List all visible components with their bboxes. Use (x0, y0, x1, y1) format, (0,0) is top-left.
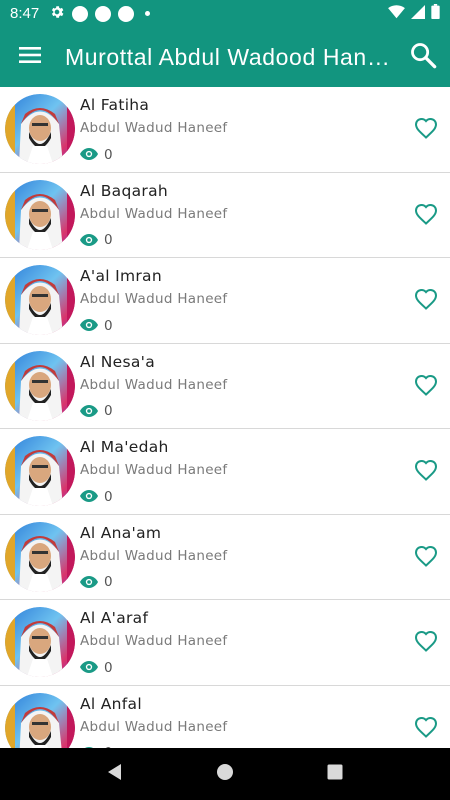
recents-icon (327, 764, 343, 784)
menu-button[interactable] (0, 27, 60, 87)
track-views: 0 (80, 402, 113, 421)
favorite-button[interactable] (412, 629, 440, 657)
search-button[interactable] (395, 27, 450, 87)
home-button[interactable] (205, 754, 245, 794)
track-row[interactable]: Al A'araf Abdul Wadud Haneef 0 (0, 600, 450, 686)
heart-outline-icon (414, 459, 438, 485)
reciter-avatar (5, 521, 75, 592)
track-views: 0 (80, 487, 113, 506)
heart-outline-icon (414, 545, 438, 571)
favorite-button[interactable] (412, 287, 440, 315)
eye-icon (80, 658, 98, 677)
app-title: Murottal Abdul Wadood Haneef (65, 43, 395, 70)
track-title: Al A'araf (80, 609, 149, 627)
reciter-avatar (5, 265, 75, 335)
heart-outline-icon (414, 630, 438, 656)
track-title: Al Nesa'a (80, 352, 156, 371)
views-count: 0 (104, 659, 113, 676)
gear-icon (49, 4, 65, 24)
track-row[interactable]: Al Ana'am Abdul Wadud Haneef 0 (0, 514, 450, 600)
eye-icon (80, 316, 98, 335)
eye-icon (80, 231, 98, 250)
app-bar: Murottal Abdul Wadood Haneef (0, 27, 450, 87)
track-artist: Abdul Wadud Haneef (80, 462, 228, 478)
back-button[interactable] (95, 754, 135, 794)
track-list[interactable]: Al Fatiha Abdul Wadud Haneef 0 Al Baqarah Ab… (0, 87, 450, 748)
menu-icon (18, 45, 42, 69)
search-icon (409, 41, 437, 73)
track-title: Al Anfal (80, 694, 142, 713)
circle-icon (72, 5, 89, 22)
track-title: Al Fatiha (80, 96, 150, 114)
track-row[interactable]: Al AnfalAbdul Wadud Haneef0 (0, 685, 450, 748)
track-views: 0 (80, 231, 113, 250)
status-notification-icons (49, 4, 151, 24)
reciter-avatar (5, 607, 75, 677)
favorite-button[interactable] (412, 202, 440, 230)
reciter-avatar (5, 350, 75, 421)
eye-icon (80, 487, 98, 506)
status-bar: 8:47 (0, 0, 450, 27)
favorite-button[interactable] (412, 116, 440, 144)
favorite-button[interactable] (412, 373, 440, 401)
track-artist: Abdul Wadud Haneef (80, 205, 228, 222)
heart-outline-icon (414, 117, 438, 143)
views-count: 0 (104, 146, 113, 163)
heart-outline-icon (414, 288, 438, 314)
favorite-button[interactable] (412, 715, 440, 743)
views-count: 0 (104, 403, 113, 419)
track-artist: Abdul Wadud Haneef (80, 633, 228, 649)
track-artist: Abdul Wadud Haneef (80, 120, 228, 136)
signal-icon (411, 4, 425, 23)
dot-icon (145, 11, 151, 16)
track-row[interactable]: Al Fatiha Abdul Wadud Haneef 0 (0, 87, 450, 173)
track-title: Al Baqarah (80, 181, 169, 200)
views-count: 0 (104, 488, 113, 505)
wifi-icon (388, 4, 405, 23)
heart-outline-icon (414, 374, 438, 400)
favorite-button[interactable] (412, 458, 440, 486)
track-artist: Abdul Wadud Haneef (80, 718, 228, 735)
track-artist: Abdul Wadud Haneef (80, 376, 228, 393)
track-row[interactable]: Al Nesa'a Abdul Wadud Haneef 0 (0, 343, 450, 429)
track-artist: Abdul Wadud Haneef (80, 291, 228, 307)
track-title: Al Ana'am (80, 523, 162, 542)
favorite-button[interactable] (412, 544, 440, 572)
status-time: 8:47 (10, 5, 40, 22)
heart-outline-icon (414, 203, 438, 229)
track-row[interactable]: Al Ma'edah Abdul Wadud Haneef 0 (0, 429, 450, 515)
recents-button[interactable] (315, 754, 355, 794)
battery-icon (431, 4, 440, 23)
views-count: 0 (104, 317, 113, 334)
track-row[interactable]: A'al Imran Abdul Wadud Haneef 0 (0, 258, 450, 344)
back-icon (106, 763, 124, 785)
system-navigation-bar (0, 748, 450, 800)
reciter-avatar (5, 179, 75, 250)
reciter-avatar (5, 436, 75, 506)
track-views: 0 (80, 658, 113, 677)
track-views: 0 (80, 145, 113, 164)
home-icon (216, 763, 234, 785)
reciter-avatar (5, 94, 75, 164)
heart-outline-icon (414, 716, 438, 742)
eye-icon (80, 402, 98, 421)
eye-icon (80, 573, 98, 592)
track-views: 0 (80, 316, 113, 335)
views-count: 0 (104, 232, 113, 248)
track-artist: Abdul Wadud Haneef (80, 547, 228, 564)
circle-icon (95, 5, 112, 22)
track-row[interactable]: Al Baqarah Abdul Wadud Haneef 0 (0, 172, 450, 258)
status-system-icons (388, 4, 440, 23)
views-count: 0 (104, 574, 113, 590)
circle-icon (118, 5, 135, 22)
track-views: 0 (80, 573, 113, 592)
eye-icon (80, 145, 98, 164)
reciter-avatar (5, 692, 75, 748)
track-title: Al Ma'edah (80, 438, 169, 456)
track-title: A'al Imran (80, 267, 162, 285)
